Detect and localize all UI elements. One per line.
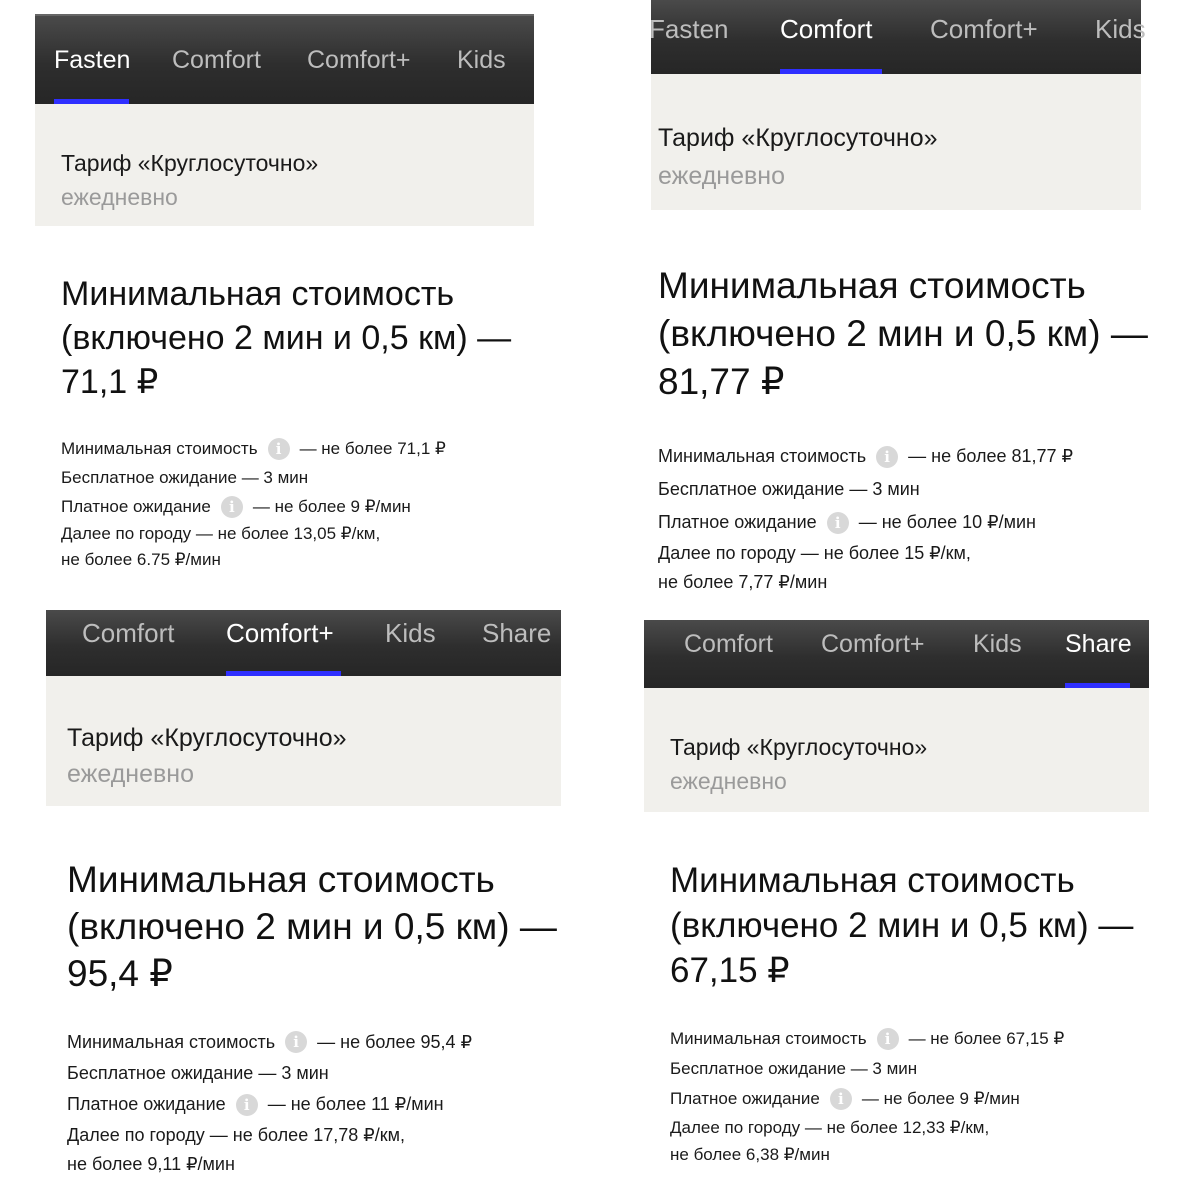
price-details: Минимальная стоимость i — не более 67,15… — [670, 1023, 1064, 1168]
min-cost-value: — не более 67,15 ₽ — [908, 1028, 1065, 1048]
tab-bar: Comfort Comfort+ Kids Share — [644, 620, 1149, 688]
tab-share[interactable]: Share — [482, 618, 551, 649]
tariff-period: ежедневно — [67, 760, 194, 788]
tariff-panel-comfort: Fasten Comfort Comfort+ Kids Тариф «Круг… — [632, 0, 1152, 600]
tariff-title: Тариф «Круглосуточно» — [670, 734, 928, 760]
min-cost-value: — не более 81,77 ₽ — [908, 446, 1074, 466]
tariff-box: Тариф «Круглосуточно» ежедневно — [46, 676, 561, 806]
min-cost-label: Минимальная стоимость — [670, 1028, 867, 1048]
city-rate-line2: не более 7,77 ₽/мин — [658, 572, 828, 592]
tariff-title: Тариф «Круглосуточно» — [67, 724, 347, 752]
city-rate-line2: не более 6.75 ₽/мин — [61, 550, 221, 569]
min-cost-value: — не более 71,1 ₽ — [299, 438, 446, 458]
tab-kids[interactable]: Kids — [457, 46, 506, 75]
tab-comfort[interactable]: Comfort — [684, 630, 773, 659]
price-details: Минимальная стоимость i — не более 95,4 … — [67, 1026, 472, 1178]
city-rate-line2: не более 9,11 ₽/мин — [67, 1153, 235, 1174]
paid-wait-label: Платное ожидание — [658, 512, 817, 532]
tab-fasten[interactable]: Fasten — [54, 46, 130, 75]
city-rate-line2: не более 6,38 ₽/мин — [670, 1144, 830, 1164]
paid-wait-value: — не более 9 ₽/мин — [252, 496, 411, 516]
info-icon[interactable]: i — [285, 1031, 308, 1053]
paid-wait-label: Платное ожидание — [67, 1094, 226, 1114]
min-cost-label: Минимальная стоимость — [67, 1031, 276, 1052]
tariff-title: Тариф «Круглосуточно» — [658, 124, 938, 152]
free-wait: Бесплатное ожидание — 3 мин — [61, 467, 309, 487]
min-cost-value: — не более 95,4 ₽ — [317, 1031, 473, 1052]
tab-kids[interactable]: Kids — [1095, 14, 1146, 45]
paid-wait-value: — не более 11 ₽/мин — [267, 1094, 444, 1114]
tab-kids[interactable]: Kids — [973, 630, 1022, 659]
tab-comfort[interactable]: Comfort — [172, 46, 261, 75]
info-icon[interactable]: i — [235, 1093, 258, 1116]
free-wait: Бесплатное ожидание — 3 мин — [658, 479, 920, 499]
min-cost-heading: Минимальная стоимость (включено 2 мин и … — [61, 275, 512, 401]
price-details: Минимальная стоимость i — не более 81,77… — [658, 440, 1073, 597]
tab-comfort-plus[interactable]: Comfort+ — [821, 630, 925, 659]
min-cost-heading: Минимальная стоимость (включено 2 мин и … — [658, 265, 1148, 402]
tab-comfort-plus[interactable]: Comfort+ — [930, 14, 1038, 45]
free-wait: Бесплатное ожидание — 3 мин — [67, 1063, 329, 1083]
tariff-panel-fasten: Fasten Comfort Comfort+ Kids Тариф «Круг… — [35, 14, 534, 584]
info-icon[interactable]: i — [876, 1027, 899, 1050]
city-rate-line1: Далее по городу — не более 12,33 ₽/км, — [670, 1117, 990, 1137]
tab-comfort[interactable]: Comfort — [780, 14, 872, 45]
price-details: Минимальная стоимость i — не более 71,1 … — [61, 434, 446, 573]
city-rate-line1: Далее по городу — не более 13,05 ₽/км, — [61, 524, 381, 543]
tariff-period: ежедневно — [670, 768, 787, 794]
tab-kids[interactable]: Kids — [385, 618, 436, 649]
tariff-panel-comfort-plus: Comfort Comfort+ Kids Share Тариф «Кругл… — [46, 610, 561, 1190]
tab-comfort-plus[interactable]: Comfort+ — [307, 46, 411, 75]
tariff-period: ежедневно — [658, 162, 785, 190]
min-cost-heading: Минимальная стоимость (включено 2 мин и … — [67, 859, 557, 994]
tariff-box: Тариф «Круглосуточно» ежедневно — [35, 104, 534, 226]
info-icon[interactable]: i — [826, 511, 849, 534]
city-rate-line1: Далее по городу — не более 15 ₽/км, — [658, 543, 971, 563]
tariff-period: ежедневно — [61, 184, 178, 210]
city-rate-line1: Далее по городу — не более 17,78 ₽/км, — [67, 1124, 405, 1145]
tariff-title: Тариф «Круглосуточно» — [61, 150, 319, 176]
info-icon[interactable]: i — [876, 445, 899, 468]
tab-comfort-plus[interactable]: Comfort+ — [226, 618, 334, 649]
free-wait: Бесплатное ожидание — 3 мин — [670, 1058, 918, 1078]
tariff-box: Тариф «Круглосуточно» ежедневно — [651, 74, 1141, 210]
paid-wait-value: — не более 9 ₽/мин — [861, 1088, 1020, 1108]
tab-share[interactable]: Share — [1065, 630, 1132, 659]
min-cost-heading: Минимальная стоимость (включено 2 мин и … — [670, 861, 1134, 990]
tab-comfort[interactable]: Comfort — [82, 618, 174, 649]
info-icon[interactable]: i — [267, 437, 290, 460]
tab-bar: Fasten Comfort Comfort+ Kids — [649, 0, 1146, 74]
tariff-box: Тариф «Круглосуточно» ежедневно — [644, 688, 1149, 812]
tab-bar: Fasten Comfort Comfort+ Kids — [35, 14, 534, 104]
tab-bar: Comfort Comfort+ Kids Share — [46, 610, 561, 676]
paid-wait-label: Платное ожидание — [670, 1088, 820, 1108]
min-cost-label: Минимальная стоимость — [61, 438, 258, 458]
tab-fasten[interactable]: Fasten — [649, 14, 729, 45]
paid-wait-label: Платное ожидание — [61, 496, 211, 516]
min-cost-label: Минимальная стоимость — [658, 446, 867, 466]
paid-wait-value: — не более 10 ₽/мин — [858, 512, 1036, 532]
tariff-panel-share: Comfort Comfort+ Kids Share Тариф «Кругл… — [644, 620, 1149, 1190]
info-icon[interactable]: i — [829, 1087, 852, 1110]
info-icon[interactable]: i — [220, 495, 243, 518]
